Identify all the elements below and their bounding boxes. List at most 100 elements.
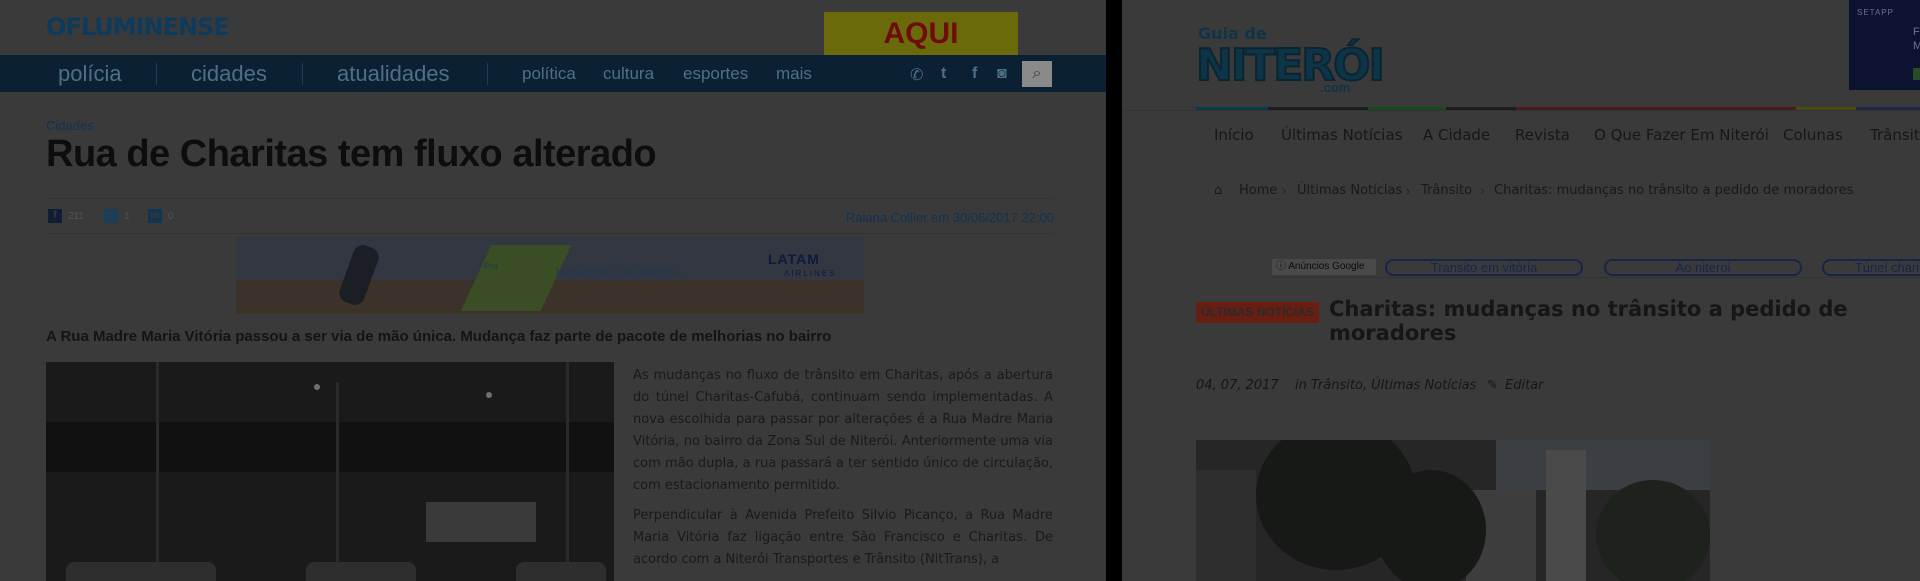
photo-car xyxy=(306,562,416,581)
nav-item-esportes[interactable]: esportes xyxy=(683,64,748,84)
photo-pole xyxy=(156,362,159,581)
article-date: 04, 07, 2017 xyxy=(1196,378,1279,393)
photo-shop xyxy=(426,502,536,542)
envelope-icon: ✉ xyxy=(198,210,208,221)
article-body: As mudanças no fluxo de trânsito em Char… xyxy=(633,365,1053,579)
category-badge[interactable]: ÚLTIMAS NOTÍCIAS xyxy=(1196,302,1320,323)
photo-sky xyxy=(1496,440,1710,490)
breadcrumb-transito[interactable]: Trânsito xyxy=(1421,183,1472,198)
ad-link-tunel[interactable]: Túnel chari xyxy=(1822,259,1920,276)
menu-item-a-cidade[interactable]: A Cidade xyxy=(1423,126,1490,144)
menu-item-revista[interactable]: Revista xyxy=(1515,126,1570,144)
photo-lamp xyxy=(486,392,492,398)
logo-com: .com xyxy=(1320,80,1351,95)
nav-item-politica[interactable]: política xyxy=(522,64,576,84)
breadcrumb-home[interactable]: Home xyxy=(1239,183,1277,198)
google-ads-text: Anúncios Google xyxy=(1288,261,1365,272)
ad-brand-sub: AIRLINES xyxy=(784,269,837,278)
setapp-ad[interactable]: SETAPP Fo M xyxy=(1849,0,1920,90)
article-title: Charitas: mudanças no trânsito a pedido … xyxy=(1329,297,1848,345)
article-title: Rua de Charitas tem fluxo alterado xyxy=(46,133,657,175)
breadcrumb-ultimas-noticias[interactable]: Últimas Notícias xyxy=(1297,183,1402,198)
setapp-text: Fo xyxy=(1913,26,1920,38)
ad-link-transito-vitoria[interactable]: Transito em vitória xyxy=(1385,259,1583,276)
ad-banner[interactable]: AQUI xyxy=(824,12,1018,55)
facebook-icon[interactable]: f xyxy=(972,65,977,83)
photo-car xyxy=(516,562,606,581)
facebook-icon: f xyxy=(48,209,62,223)
ofluminense-page: OFLUMINENSE AQUI polícia cidades atualid… xyxy=(0,0,1106,581)
twitter-icon: t xyxy=(104,209,118,223)
article-paragraph: Perpendicular à Avenida Prefeito Silvio … xyxy=(633,508,1053,567)
nav-divider xyxy=(156,63,157,85)
instagram-icon[interactable]: ◙ xyxy=(997,65,1007,83)
twitter-share[interactable]: t 1 xyxy=(104,209,130,223)
photo-pole xyxy=(336,382,339,581)
chevron-right-icon: › xyxy=(1282,183,1287,198)
home-icon[interactable]: ⌂ xyxy=(1214,183,1222,198)
setapp-text: M xyxy=(1913,40,1920,52)
menu-item-transito[interactable]: Trânsito xyxy=(1870,126,1920,144)
site-header: OFLUMINENSE AQUI xyxy=(0,0,1106,55)
setapp-button xyxy=(1913,68,1920,80)
photo-roof xyxy=(46,422,614,472)
nav-item-policia[interactable]: polícia xyxy=(58,61,122,87)
pencil-icon: ✎ xyxy=(1487,378,1498,393)
photo-lamp xyxy=(314,384,320,390)
facebook-count: 211 xyxy=(68,210,84,222)
main-nav: polícia cidades atualidades política cul… xyxy=(0,55,1106,92)
nav-item-cidades[interactable]: cidades xyxy=(191,61,267,87)
share-bar: f 211 t 1 in 0 ✉ Raiana Collier em 30/06… xyxy=(46,198,1054,234)
logo-name: NITERÓI xyxy=(1195,39,1386,92)
guia-niteroi-page: Guia de NITERÓI .com SETAPP Fo M Início … xyxy=(1122,0,1920,581)
photo-building xyxy=(1196,470,1256,581)
search-icon: ⌕ xyxy=(1032,65,1042,82)
article-categories[interactable]: in Trânsito, Últimas Notícias xyxy=(1295,378,1476,393)
article-photo xyxy=(46,362,614,581)
search-button[interactable]: ⌕ xyxy=(1022,61,1052,87)
window-divider xyxy=(1106,0,1122,581)
photo-car xyxy=(66,562,216,581)
site-logo[interactable]: OFLUMINENSE xyxy=(46,13,230,41)
menu-item-ultimas-noticias[interactable]: Últimas Notícias xyxy=(1281,126,1402,144)
linkedin-share[interactable]: in 0 xyxy=(148,209,174,223)
linkedin-icon: in xyxy=(148,209,162,223)
nav-divider xyxy=(487,63,488,85)
twitter-icon[interactable]: t xyxy=(941,65,946,83)
menu-item-inicio[interactable]: Início xyxy=(1214,126,1254,144)
article-photo xyxy=(1196,440,1710,581)
ad-tagline: benefícios de sempre. xyxy=(556,265,684,280)
menu-item-o-que-fazer[interactable]: O Que Fazer Em Niterói xyxy=(1594,126,1769,144)
latam-ad[interactable]: Pra benefícios de sempre. LATAM AIRLINES xyxy=(236,237,864,314)
ad-link-ao-niteroi[interactable]: Ao niteroi xyxy=(1604,259,1802,276)
google-ads-label[interactable]: ⓘ Anúncios Google xyxy=(1272,259,1376,275)
photo-pole xyxy=(566,362,569,581)
ad-tag-small: Pra xyxy=(484,261,499,271)
nav-item-cultura[interactable]: cultura xyxy=(603,64,654,84)
edit-link[interactable]: Editar xyxy=(1505,378,1544,393)
menu-top-line xyxy=(1122,110,1920,111)
ads-divider xyxy=(1272,277,1920,278)
article-section[interactable]: Cidades xyxy=(46,118,94,133)
site-logo[interactable]: Guia de NITERÓI .com xyxy=(1195,22,1440,96)
whatsapp-icon[interactable]: ✆ xyxy=(910,65,923,85)
photo-tree xyxy=(1596,480,1710,581)
photo-tree xyxy=(1376,470,1486,581)
breadcrumb-current: Charitas: mudanças no trânsito a pedido … xyxy=(1494,183,1854,198)
info-icon: ⓘ xyxy=(1276,261,1289,272)
setapp-brand: SETAPP xyxy=(1857,8,1894,17)
chevron-right-icon: › xyxy=(1480,183,1485,198)
article-byline[interactable]: Raiana Collier em 30/06/2017 22:00 xyxy=(846,210,1054,225)
nav-item-atualidades[interactable]: atualidades xyxy=(337,61,450,87)
chevron-right-icon: › xyxy=(1406,183,1411,198)
twitter-count: 1 xyxy=(124,210,130,222)
article-lead: A Rua Madre Maria Vitória passou a ser v… xyxy=(46,328,832,345)
menu-item-colunas[interactable]: Colunas xyxy=(1783,126,1843,144)
email-share[interactable]: ✉ xyxy=(196,209,210,223)
nav-divider xyxy=(302,63,303,85)
nav-item-mais[interactable]: mais xyxy=(776,64,812,84)
facebook-share[interactable]: f 211 xyxy=(48,209,84,223)
photo-building xyxy=(1546,450,1586,581)
ad-brand: LATAM xyxy=(768,251,820,267)
linkedin-count: 0 xyxy=(168,210,174,222)
